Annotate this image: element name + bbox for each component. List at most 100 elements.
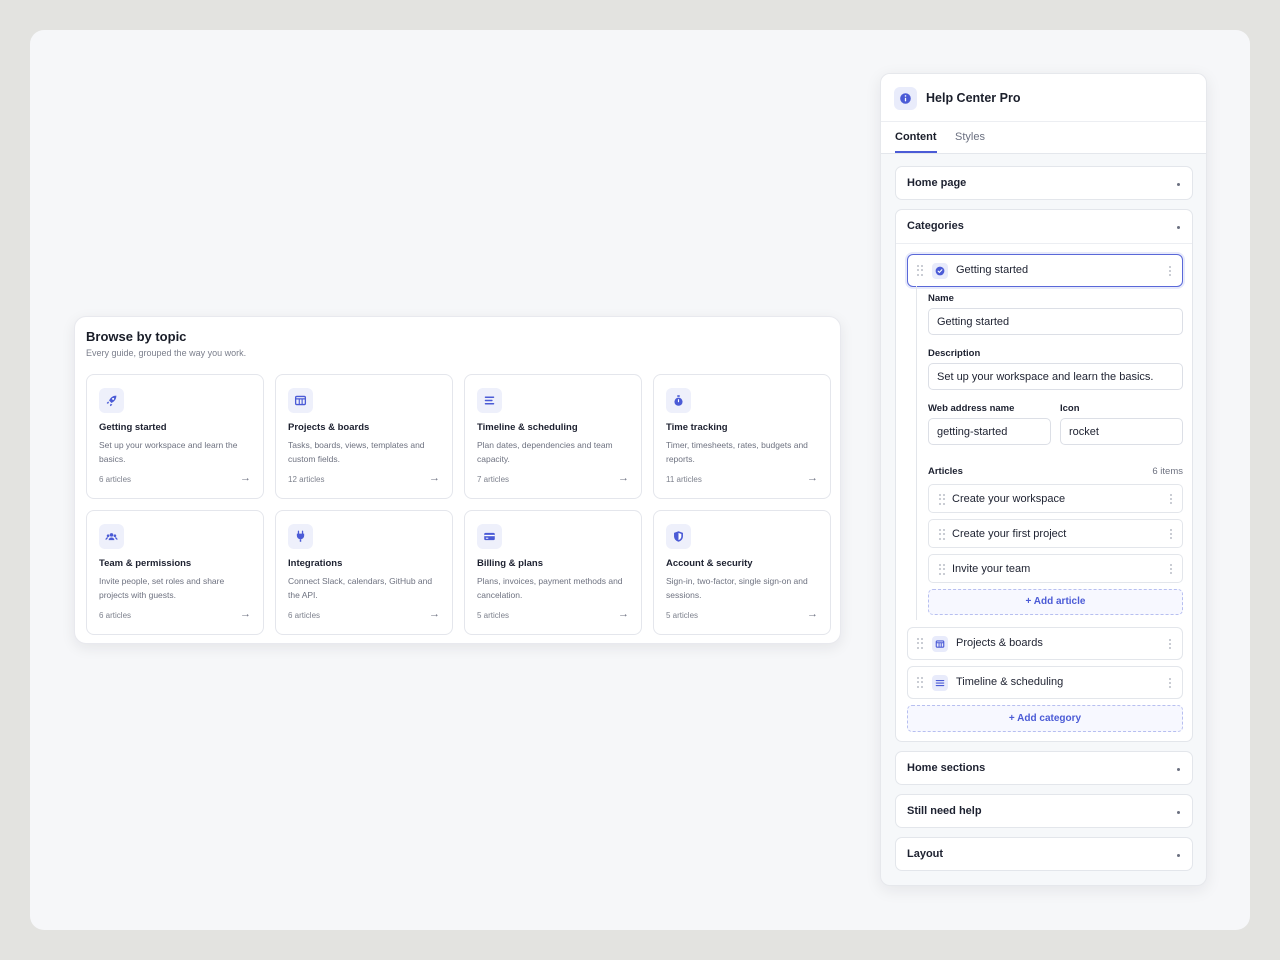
arrow-right-icon[interactable]: → [240, 608, 251, 620]
slug-input[interactable]: getting-started [928, 418, 1051, 445]
section-label: Home page [907, 177, 967, 189]
topic-card-projects-boards[interactable]: Projects & boards Tasks, boards, views, … [275, 374, 453, 499]
topic-card-billing[interactable]: Billing & plans Plans, invoices, payment… [464, 510, 642, 635]
tab-styles[interactable]: Styles [955, 131, 985, 151]
plug-icon [288, 524, 313, 549]
topic-count: 6 articles [99, 475, 132, 484]
topic-count: 6 articles [288, 611, 321, 620]
article-name: Invite your team [952, 563, 1031, 575]
section-label: Categories [907, 220, 964, 232]
article-row[interactable]: Invite your team [928, 554, 1183, 583]
topics-grid: Getting started Set up your workspace an… [86, 374, 831, 635]
more-icon[interactable] [1169, 639, 1171, 649]
topic-count: 11 articles [666, 475, 702, 484]
drag-handle-icon[interactable] [939, 564, 945, 576]
tab-content[interactable]: Content [895, 131, 937, 153]
description-input[interactable]: Set up your workspace and learn the basi… [928, 363, 1183, 390]
section-layout[interactable]: Layout [895, 837, 1193, 871]
topic-name: Team & permissions [99, 558, 192, 569]
topic-name: Billing & plans [477, 558, 543, 569]
arrow-right-icon[interactable]: → [240, 472, 251, 484]
panel-tabs: Content Styles [881, 122, 1206, 154]
info-icon [894, 87, 917, 110]
arrow-right-icon[interactable]: → [429, 608, 440, 620]
topics-preview: Browse by topic Every guide, grouped the… [74, 316, 841, 644]
section-categories: Categories Getting started Name Getting … [895, 209, 1193, 742]
topic-count: 12 articles [288, 475, 325, 484]
article-row[interactable]: Create your workspace [928, 484, 1183, 513]
more-icon[interactable] [1170, 494, 1172, 504]
preview-title: Browse by topic [86, 329, 187, 344]
category-name: Timeline & scheduling [956, 676, 1064, 688]
drag-handle-icon[interactable] [939, 529, 945, 541]
preview-subtitle: Every guide, grouped the way you work. [86, 348, 247, 358]
topic-description: Sign-in, two-factor, single sign-on and … [666, 576, 808, 600]
expand-icon[interactable] [1177, 768, 1180, 771]
topic-description: Plans, invoices, payment methods and can… [477, 576, 623, 600]
more-icon[interactable] [1169, 678, 1171, 688]
arrow-right-icon[interactable]: → [618, 472, 629, 484]
category-row-timeline[interactable]: Timeline & scheduling [907, 666, 1183, 699]
drag-handle-icon[interactable] [917, 265, 923, 277]
topic-description: Plan dates, dependencies and team capaci… [477, 440, 613, 464]
add-category-button[interactable]: + Add category [907, 705, 1183, 732]
topic-name: Timeline & scheduling [477, 422, 578, 433]
expand-icon[interactable] [1177, 854, 1180, 857]
slug-label: Web address name [928, 403, 1015, 414]
topic-card-integrations[interactable]: Integrations Connect Slack, calendars, G… [275, 510, 453, 635]
topic-card-team[interactable]: Team & permissions Invite people, set ro… [86, 510, 264, 635]
arrow-right-icon[interactable]: → [618, 608, 629, 620]
icon-label: Icon [1060, 403, 1080, 414]
topic-name: Account & security [666, 558, 753, 569]
topic-description: Set up your workspace and learn the basi… [99, 440, 238, 464]
topic-name: Time tracking [666, 422, 728, 433]
topic-card-time-tracking[interactable]: Time tracking Timer, timesheets, rates, … [653, 374, 831, 499]
section-home-page[interactable]: Home page [895, 166, 1193, 200]
arrow-right-icon[interactable]: → [429, 472, 440, 484]
article-name: Create your first project [952, 528, 1067, 540]
section-still-need-help[interactable]: Still need help [895, 794, 1193, 828]
divider [896, 243, 1192, 244]
board-icon [288, 388, 313, 413]
section-label: Still need help [907, 805, 982, 817]
more-icon[interactable] [1170, 529, 1172, 539]
expand-icon[interactable] [1177, 811, 1180, 814]
more-icon[interactable] [1169, 266, 1171, 276]
category-row-projects-boards[interactable]: Projects & boards [907, 627, 1183, 660]
team-icon [99, 524, 124, 549]
more-icon[interactable] [1170, 564, 1172, 574]
topic-count: 6 articles [99, 611, 132, 620]
collapse-icon[interactable] [1177, 226, 1180, 229]
topic-description: Tasks, boards, views, templates and cust… [288, 440, 425, 464]
stopwatch-icon [666, 388, 691, 413]
description-label: Description [928, 348, 981, 359]
shield-icon [666, 524, 691, 549]
drag-handle-icon[interactable] [917, 677, 923, 689]
drag-handle-icon[interactable] [939, 494, 945, 506]
topic-card-getting-started[interactable]: Getting started Set up your workspace an… [86, 374, 264, 499]
name-input[interactable]: Getting started [928, 308, 1183, 335]
topic-card-account-security[interactable]: Account & security Sign-in, two-factor, … [653, 510, 831, 635]
topic-card-timeline[interactable]: Timeline & scheduling Plan dates, depend… [464, 374, 642, 499]
card-icon [477, 524, 502, 549]
section-home-sections[interactable]: Home sections [895, 751, 1193, 785]
article-name: Create your workspace [952, 493, 1066, 505]
panel-title: Help Center Pro [926, 91, 1021, 105]
timeline-icon [932, 675, 948, 691]
topic-name: Getting started [99, 422, 167, 433]
arrow-right-icon[interactable]: → [807, 472, 818, 484]
category-name: Projects & boards [956, 637, 1043, 649]
timeline-icon [477, 388, 502, 413]
arrow-right-icon[interactable]: → [807, 608, 818, 620]
icon-input[interactable]: rocket [1060, 418, 1183, 445]
category-row-getting-started[interactable]: Getting started [907, 254, 1183, 287]
topic-count: 5 articles [666, 611, 699, 620]
topic-description: Timer, timesheets, rates, budgets and re… [666, 440, 808, 464]
drag-handle-icon[interactable] [917, 638, 923, 650]
topic-count: 7 articles [477, 475, 510, 484]
name-label: Name [928, 293, 954, 304]
articles-count: 6 items [1152, 466, 1183, 477]
article-row[interactable]: Create your first project [928, 519, 1183, 548]
expand-icon[interactable] [1177, 183, 1180, 186]
add-article-button[interactable]: + Add article [928, 589, 1183, 615]
